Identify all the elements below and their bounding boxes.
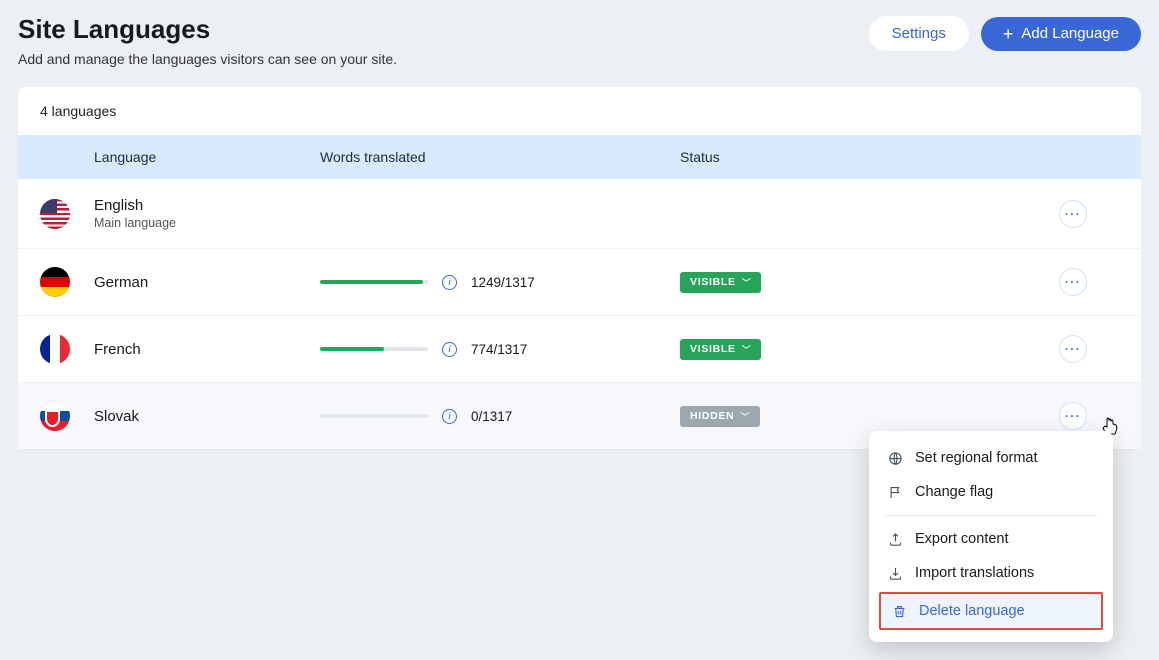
menu-label: Change flag (915, 484, 993, 500)
words-count: 774/1317 (471, 342, 527, 357)
add-language-button[interactable]: + Add Language (981, 17, 1141, 51)
status-badge[interactable]: VISIBLE ﹀ (680, 339, 761, 360)
add-language-label: Add Language (1021, 25, 1119, 42)
menu-set-regional[interactable]: Set regional format (869, 441, 1113, 475)
table-row: German i 1249/1317 VISIBLE ﹀ ··· (18, 249, 1141, 316)
language-name: German (94, 274, 320, 291)
flag-outline-icon (887, 484, 903, 500)
info-icon[interactable]: i (442, 342, 457, 357)
menu-delete-language[interactable]: Delete language (879, 592, 1103, 630)
more-actions-button[interactable]: ··· (1059, 402, 1087, 430)
settings-button[interactable]: Settings (869, 16, 969, 51)
more-actions-button[interactable]: ··· (1059, 335, 1087, 363)
export-icon (887, 531, 903, 547)
info-icon[interactable]: i (442, 409, 457, 424)
trash-icon (891, 603, 907, 619)
table-row: Slovak i 0/1317 HIDDEN ﹀ ··· (18, 383, 1141, 449)
menu-export[interactable]: Export content (869, 522, 1113, 556)
menu-label: Import translations (915, 565, 1034, 581)
chevron-down-icon: ﹀ (742, 343, 752, 356)
info-icon[interactable]: i (442, 275, 457, 290)
chevron-down-icon: ﹀ (740, 410, 750, 423)
words-count: 1249/1317 (471, 275, 535, 290)
menu-change-flag[interactable]: Change flag (869, 475, 1113, 509)
menu-import[interactable]: Import translations (869, 556, 1113, 590)
language-name: Slovak (94, 408, 320, 425)
row-actions-menu: Set regional format Change flag Export c… (869, 431, 1113, 642)
page-subtitle: Add and manage the languages visitors ca… (18, 51, 397, 67)
words-count: 0/1317 (471, 409, 512, 424)
menu-label: Set regional format (915, 450, 1038, 466)
language-sub: Main language (94, 216, 320, 230)
globe-icon (887, 450, 903, 466)
flag-icon (40, 267, 70, 297)
progress-bar (320, 414, 428, 418)
chevron-down-icon: ﹀ (742, 276, 752, 289)
status-badge[interactable]: HIDDEN ﹀ (680, 406, 760, 427)
column-words: Words translated (320, 149, 680, 165)
progress-bar (320, 280, 428, 284)
flag-icon (40, 401, 70, 431)
more-actions-button[interactable]: ··· (1059, 200, 1087, 228)
column-language: Language (94, 149, 320, 165)
page-title: Site Languages (18, 14, 397, 45)
menu-label: Delete language (919, 603, 1025, 619)
status-label: HIDDEN (690, 410, 734, 422)
import-icon (887, 565, 903, 581)
progress-bar (320, 347, 428, 351)
more-actions-button[interactable]: ··· (1059, 268, 1087, 296)
status-label: VISIBLE (690, 276, 736, 288)
table-row: French i 774/1317 VISIBLE ﹀ ··· (18, 316, 1141, 383)
language-name: English (94, 197, 320, 214)
language-count: 4 languages (18, 87, 1141, 135)
column-status: Status (680, 149, 1059, 165)
flag-icon (40, 334, 70, 364)
table-row: English Main language ··· (18, 179, 1141, 249)
language-name: French (94, 341, 320, 358)
status-badge[interactable]: VISIBLE ﹀ (680, 272, 761, 293)
plus-icon: + (1003, 25, 1014, 43)
menu-label: Export content (915, 531, 1009, 547)
status-label: VISIBLE (690, 343, 736, 355)
flag-icon (40, 199, 70, 229)
menu-separator (885, 515, 1097, 516)
